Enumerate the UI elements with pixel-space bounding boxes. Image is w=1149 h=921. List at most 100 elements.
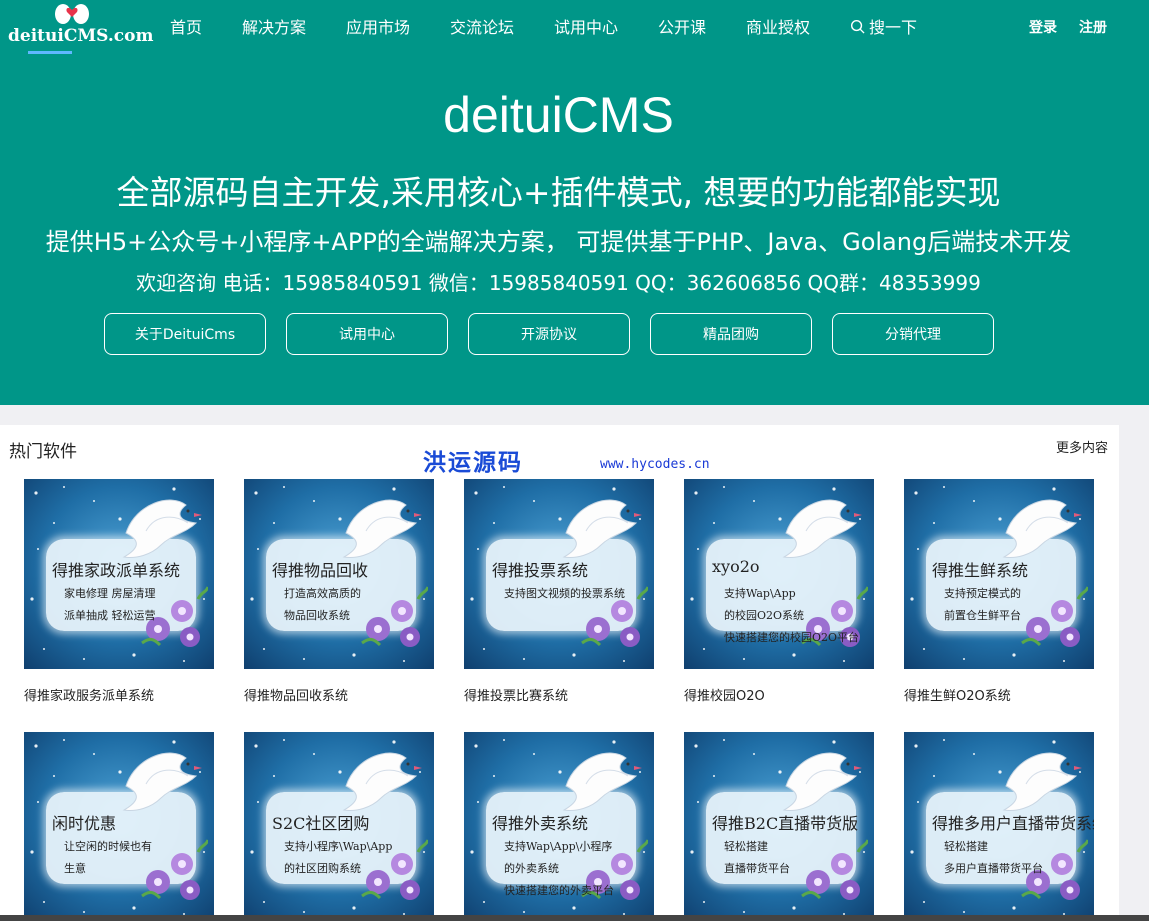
thumb-subtitles: 家电修理 房屋清理 派单抽成 轻松运营 bbox=[64, 583, 204, 627]
dove-icon bbox=[122, 499, 202, 558]
thumb-subtitle: 的外卖系统 bbox=[504, 862, 559, 875]
product-card[interactable]: 得推家政派单系统家电修理 房屋清理 派单抽成 轻松运营得推家政服务派单系统 bbox=[24, 479, 214, 704]
thumb-subtitle: 生意 bbox=[64, 862, 86, 875]
product-thumbnail[interactable]: 得推物品回收打造高效高质的 物品回收系统 bbox=[244, 479, 434, 669]
thumb-title: xyo2o bbox=[712, 557, 760, 576]
thumb-subtitle: 支持Wap\App\小程序 bbox=[504, 840, 613, 853]
group-buy-button[interactable]: 精品团购 bbox=[650, 313, 812, 355]
product-card[interactable]: 得推外卖系统支持Wap\App\小程序 的外卖系统快速搭建您的外卖平台 bbox=[464, 732, 654, 921]
hero-subtagline: 提供H5+公众号+小程序+APP的全端解决方案， 可提供基于PHP、Java、G… bbox=[45, 228, 1072, 256]
dove-icon bbox=[1002, 752, 1082, 811]
product-thumbnail[interactable]: 得推B2C直播带货版轻松搭建直播带货平台 bbox=[684, 732, 874, 921]
nav-business-license[interactable]: 商业授权 bbox=[746, 14, 810, 38]
nav-solutions[interactable]: 解决方案 bbox=[242, 14, 306, 38]
thumb-title: 得推多用户直播带货系统 bbox=[932, 814, 1094, 833]
thumb-subtitle: 家电修理 房屋清理 bbox=[64, 587, 156, 600]
dove-icon bbox=[1002, 499, 1082, 558]
thumb-subtitle: 打造高效高质的 bbox=[284, 587, 361, 600]
thumb-subtitle: 支持Wap\App bbox=[724, 587, 796, 600]
bottom-scrollbar[interactable] bbox=[0, 915, 1149, 921]
thumb-title: 得推外卖系统 bbox=[492, 814, 589, 833]
thumb-subtitle: 多用户直播带货平台 bbox=[944, 862, 1043, 875]
nav-open-class[interactable]: 公开课 bbox=[658, 14, 706, 38]
product-thumbnail[interactable]: 得推生鲜系统 支持预定模式的 前置仓生鲜平台 bbox=[904, 479, 1094, 669]
section-title: 热门软件 bbox=[9, 442, 77, 462]
logo-text: deituiCMS.com bbox=[8, 26, 154, 46]
logo-hands-heart-icon bbox=[55, 4, 89, 24]
thumb-subtitle: 物品回收系统 bbox=[284, 609, 350, 622]
nav-home[interactable]: 首页 bbox=[170, 14, 202, 38]
thumb-subtitle: 快速搭建您的外卖平台 bbox=[504, 884, 614, 897]
product-thumbnail[interactable]: 得推外卖系统支持Wap\App\小程序 的外卖系统快速搭建您的外卖平台 bbox=[464, 732, 654, 921]
register-link[interactable]: 注册 bbox=[1079, 17, 1107, 37]
thumb-title: 得推B2C直播带货版 bbox=[712, 814, 859, 833]
thumb-title: 得推物品回收 bbox=[272, 561, 369, 580]
dove-icon bbox=[342, 499, 422, 558]
hero-tagline: 全部源码自主开发,采用核心+插件模式, 想要的功能都能实现 bbox=[116, 173, 1001, 212]
thumb-subtitle: 的校园O2O系统 bbox=[724, 609, 805, 622]
thumb-subtitle: 轻松搭建 bbox=[724, 840, 768, 853]
dove-icon bbox=[562, 752, 642, 811]
product-thumbnail[interactable]: S2C社区团购支持小程序\Wap\App 的社区团购系统 bbox=[244, 732, 434, 921]
product-card[interactable]: 得推生鲜系统 支持预定模式的 前置仓生鲜平台得推生鲜O2O系统 bbox=[904, 479, 1094, 704]
hero-banner: deituiCMS.com 首页 解决方案 应用市场 交流论坛 试用中心 公开课… bbox=[0, 0, 1149, 405]
product-card[interactable]: 得推B2C直播带货版轻松搭建直播带货平台 bbox=[684, 732, 874, 921]
product-thumbnail[interactable]: 得推家政派单系统家电修理 房屋清理 派单抽成 轻松运营 bbox=[24, 479, 214, 669]
product-card[interactable]: 得推多用户直播带货系统轻松搭建多用户直播带货平台 bbox=[904, 732, 1094, 921]
nav-trial-center[interactable]: 试用中心 bbox=[554, 14, 618, 38]
trial-center-button[interactable]: 试用中心 bbox=[286, 313, 448, 355]
product-thumbnail[interactable]: xyo2o 支持Wap\App 的校园O2O系统快速搭建您的校园O2O平台 bbox=[684, 479, 874, 669]
dove-icon bbox=[782, 752, 862, 811]
search-label: 搜一下 bbox=[869, 18, 918, 37]
product-card[interactable]: 得推投票系统支持图文视频的投票系统得推投票比赛系统 bbox=[464, 479, 654, 704]
thumb-subtitle: 前置仓生鲜平台 bbox=[944, 609, 1021, 622]
thumb-subtitles: 支持图文视频的投票系统 bbox=[504, 583, 644, 605]
dove-icon bbox=[122, 752, 202, 811]
watermark-url: www.hycodes.cn bbox=[600, 457, 710, 472]
thumb-subtitles: 支持Wap\App\小程序 的外卖系统快速搭建您的外卖平台 bbox=[504, 836, 644, 902]
open-source-license-button[interactable]: 开源协议 bbox=[468, 313, 630, 355]
thumb-subtitle: 的社区团购系统 bbox=[284, 862, 361, 875]
nav-app-market[interactable]: 应用市场 bbox=[346, 14, 410, 38]
hero-contact: 欢迎咨询 电话：15985840591 微信：15985840591 QQ：36… bbox=[136, 271, 981, 295]
thumb-title: 得推家政派单系统 bbox=[52, 561, 181, 580]
thumb-subtitles: 支持小程序\Wap\App 的社区团购系统 bbox=[284, 836, 424, 880]
dove-icon bbox=[782, 499, 862, 558]
product-caption[interactable]: 得推投票比赛系统 bbox=[464, 685, 654, 704]
thumb-subtitles: 支持Wap\App 的校园O2O系统快速搭建您的校园O2O平台 bbox=[724, 583, 864, 649]
thumb-subtitle: 让空闲的时候也有 bbox=[64, 840, 152, 853]
product-card[interactable]: 闲时优惠 让空闲的时候也有 生意 bbox=[24, 732, 214, 921]
watermark-text: 洪运源码 bbox=[423, 449, 523, 476]
thumb-subtitle: 轻松搭建 bbox=[944, 840, 988, 853]
thumb-subtitles: 打造高效高质的 物品回收系统 bbox=[284, 583, 424, 627]
product-thumbnail[interactable]: 闲时优惠 让空闲的时候也有 生意 bbox=[24, 732, 214, 921]
product-card[interactable]: xyo2o 支持Wap\App 的校园O2O系统快速搭建您的校园O2O平台得推校园O… bbox=[684, 479, 874, 704]
nav-forum[interactable]: 交流论坛 bbox=[450, 14, 514, 38]
thumb-title: 得推投票系统 bbox=[492, 561, 589, 580]
site-logo[interactable]: deituiCMS.com bbox=[8, 2, 153, 54]
product-thumbnail[interactable]: 得推投票系统支持图文视频的投票系统 bbox=[464, 479, 654, 669]
login-link[interactable]: 登录 bbox=[1029, 17, 1057, 37]
thumb-subtitles: 轻松搭建多用户直播带货平台 bbox=[944, 836, 1084, 880]
thumb-title: S2C社区团购 bbox=[272, 814, 370, 833]
thumb-subtitle: 派单抽成 轻松运营 bbox=[64, 609, 156, 622]
product-caption[interactable]: 得推生鲜O2O系统 bbox=[904, 685, 1094, 704]
thumb-subtitle: 直播带货平台 bbox=[724, 862, 790, 875]
distribution-agent-button[interactable]: 分销代理 bbox=[832, 313, 994, 355]
dove-icon bbox=[342, 752, 422, 811]
more-content-link[interactable]: 更多内容 bbox=[1056, 437, 1108, 456]
nav-search[interactable]: 搜一下 bbox=[850, 14, 917, 38]
product-thumbnail[interactable]: 得推多用户直播带货系统轻松搭建多用户直播带货平台 bbox=[904, 732, 1094, 921]
product-caption[interactable]: 得推家政服务派单系统 bbox=[24, 685, 214, 704]
product-card[interactable]: 得推物品回收打造高效高质的 物品回收系统得推物品回收系统 bbox=[244, 479, 434, 704]
thumb-subtitle: 快速搭建您的校园O2O平台 bbox=[724, 631, 860, 644]
about-button[interactable]: 关于DeituiCms bbox=[104, 313, 266, 355]
logo-underline bbox=[28, 51, 72, 54]
product-caption[interactable]: 得推校园O2O bbox=[684, 685, 874, 704]
thumb-subtitles: 让空闲的时候也有 生意 bbox=[64, 836, 204, 880]
product-card[interactable]: S2C社区团购支持小程序\Wap\App 的社区团购系统 bbox=[244, 732, 434, 921]
dove-icon bbox=[562, 499, 642, 558]
thumb-subtitles: 支持预定模式的 前置仓生鲜平台 bbox=[944, 583, 1084, 627]
search-icon bbox=[850, 19, 865, 34]
product-caption[interactable]: 得推物品回收系统 bbox=[244, 685, 434, 704]
